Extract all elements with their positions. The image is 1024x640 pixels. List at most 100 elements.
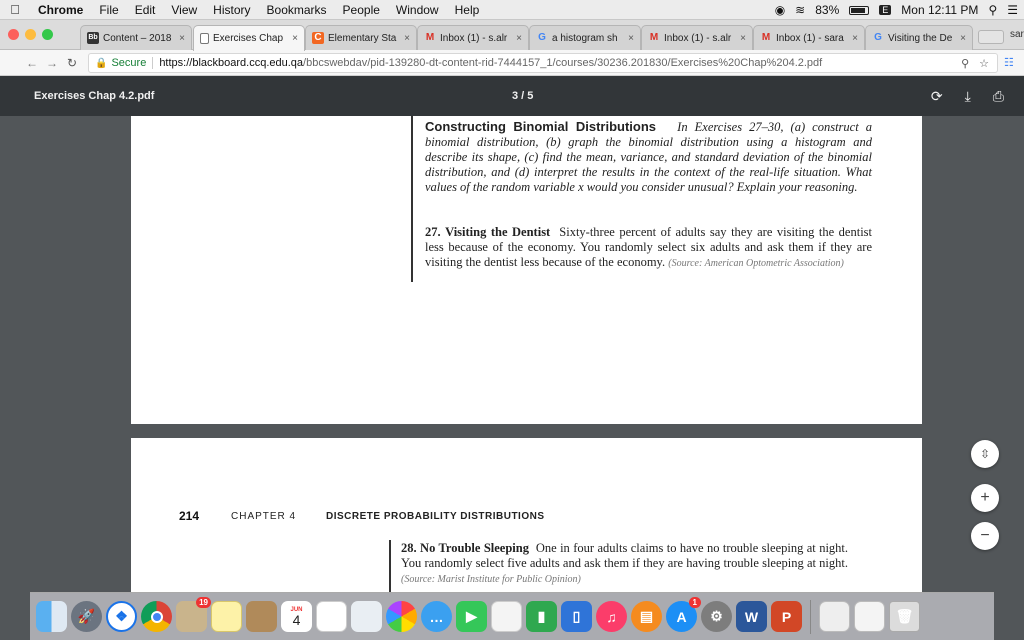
download-icon[interactable]: ⤓ — [965, 88, 971, 105]
forward-arrow-icon[interactable]: → — [42, 56, 62, 70]
tab-elementary-stats[interactable]: C Elementary Sta × — [305, 25, 417, 50]
exercise-title: No Trouble Sleeping — [420, 541, 529, 555]
menu-edit[interactable]: Edit — [127, 0, 164, 20]
secure-label: Secure — [111, 57, 154, 69]
launchpad-icon[interactable]: 🚀 — [71, 601, 102, 632]
menu-app-chrome[interactable]: Chrome — [30, 0, 91, 20]
zoom-out-button[interactable]: − — [971, 522, 999, 550]
document-icon — [200, 33, 209, 44]
pdf-filename: Exercises Chap 4.2.pdf — [34, 90, 155, 102]
url-host: https://blackboard.ccq.edu.qa — [159, 57, 304, 69]
chegg-icon: C — [312, 32, 324, 44]
tab-visiting-dentist-search[interactable]: G Visiting the De × — [865, 25, 973, 50]
battery-icon[interactable] — [849, 5, 870, 15]
calendar-day: 4 — [292, 611, 301, 628]
browser-toolbar: ← → ↻ 🔒 Secure https://blackboard.ccq.ed… — [0, 50, 1024, 76]
fit-to-page-button[interactable]: ⇳ — [971, 440, 999, 468]
photos-icon[interactable] — [386, 601, 417, 632]
pdf-page-4: 214 CHAPTER 4 DISCRETE PROBABILITY DISTR… — [131, 438, 922, 592]
section-heading: Constructing Binomial Distributions — [425, 119, 657, 134]
apple-menu-icon[interactable]:  — [0, 2, 30, 17]
tab-content-2018[interactable]: Bb Content – 2018 × — [80, 25, 192, 50]
ibooks-icon[interactable]: ▤ — [631, 601, 662, 632]
translate-extension-icon[interactable]: ☷ — [1004, 56, 1014, 69]
spotlight-search-icon[interactable]: ⚲ — [988, 3, 997, 17]
zoom-magnifier-icon[interactable]: ⚲ — [961, 57, 969, 70]
close-tab-icon[interactable]: × — [516, 33, 522, 44]
close-tab-icon[interactable]: × — [960, 33, 966, 44]
tab-inbox-3[interactable]: M Inbox (1) - sara × — [753, 25, 865, 50]
tab-exercises-chap[interactable]: Exercises Chap × — [193, 25, 305, 51]
close-tab-icon[interactable]: × — [740, 33, 746, 44]
gmail-icon: M — [649, 32, 659, 43]
downloads-stack-icon[interactable] — [819, 601, 850, 632]
pdf-document-viewer[interactable]: Constructing Binomial Distributions In E… — [0, 116, 1024, 592]
menu-help[interactable]: Help — [447, 0, 488, 20]
contacts-icon[interactable] — [246, 601, 277, 632]
exercise-source: (Source: Marist Institute for Public Opi… — [401, 574, 581, 585]
system-preferences-icon[interactable]: ⚙ — [701, 601, 732, 632]
numbers-icon[interactable]: ▮ — [526, 601, 557, 632]
close-window-button[interactable] — [8, 29, 19, 40]
messages-icon[interactable]: … — [421, 601, 452, 632]
close-tab-icon[interactable]: × — [852, 33, 858, 44]
close-tab-icon[interactable]: × — [292, 33, 298, 44]
menu-bookmarks[interactable]: Bookmarks — [259, 0, 335, 20]
profile-label[interactable]: sar — [1010, 29, 1024, 40]
chrome-icon[interactable] — [141, 601, 172, 632]
appstore-icon[interactable]: A1 — [666, 597, 701, 632]
word-icon[interactable]: W — [736, 601, 767, 632]
finder-icon[interactable] — [36, 601, 67, 632]
documents-stack-icon[interactable] — [854, 601, 885, 632]
tab-inbox-1[interactable]: M Inbox (1) - s.alr × — [417, 25, 529, 50]
reload-icon[interactable]: ↻ — [62, 56, 82, 70]
notification-center-icon[interactable]: ☰ — [1007, 3, 1018, 17]
exercise-28: 28. No Trouble Sleeping One in four adul… — [401, 541, 848, 587]
zoom-window-button[interactable] — [42, 29, 53, 40]
close-tab-icon[interactable]: × — [404, 33, 410, 44]
preview-icon[interactable] — [351, 601, 382, 632]
keynote-icon[interactable]: ▯ — [561, 601, 592, 632]
rotate-icon[interactable]: ⟳ — [931, 88, 943, 105]
margin-rule — [389, 540, 391, 592]
address-bar[interactable]: 🔒 Secure https://blackboard.ccq.edu.qa/b… — [88, 53, 998, 73]
safari-icon[interactable]: ❖ — [106, 601, 137, 632]
photos-badge-icon[interactable]: 19 — [176, 597, 211, 632]
minimize-window-button[interactable] — [25, 29, 36, 40]
zoom-in-button[interactable]: + — [971, 484, 999, 512]
exercise-source: (Source: American Optometric Association… — [668, 258, 844, 269]
textedit-icon[interactable] — [491, 601, 522, 632]
exercise-number: 28. — [401, 541, 417, 555]
back-arrow-icon[interactable]: ← — [22, 56, 42, 70]
reminders-icon[interactable] — [316, 601, 347, 632]
page-indicator[interactable]: 3 / 5 — [512, 90, 533, 102]
blackboard-icon: Bb — [87, 32, 99, 44]
trash-icon[interactable]: 🗑 — [889, 601, 920, 632]
exercise-number: 27. — [425, 225, 441, 239]
browser-tab-strip: Bb Content – 2018 × Exercises Chap × C Ele… — [0, 20, 1024, 51]
creative-cloud-icon[interactable]: ◉ — [775, 3, 785, 17]
bookmark-star-icon[interactable]: ☆ — [979, 57, 989, 70]
menu-window[interactable]: Window — [388, 0, 447, 20]
calendar-icon[interactable]: JUN 4 — [281, 601, 312, 632]
wifi-icon[interactable]: ≋ — [795, 3, 805, 17]
notes-icon[interactable] — [211, 601, 242, 632]
new-tab-button[interactable] — [978, 30, 1004, 44]
print-icon[interactable]: ⎙ — [993, 88, 1004, 105]
menubar-clock[interactable]: Mon 12:11 PM — [901, 3, 978, 17]
powerpoint-icon[interactable]: P — [771, 601, 802, 632]
dock-separator — [810, 599, 811, 634]
battery-percent[interactable]: 83% — [815, 3, 839, 17]
menu-people[interactable]: People — [335, 0, 388, 20]
user-switch-icon[interactable]: E — [879, 5, 892, 15]
close-tab-icon[interactable]: × — [179, 33, 185, 44]
menu-view[interactable]: View — [163, 0, 205, 20]
menu-file[interactable]: File — [91, 0, 126, 20]
tab-inbox-2[interactable]: M Inbox (1) - s.alr × — [641, 25, 753, 50]
close-tab-icon[interactable]: × — [628, 33, 634, 44]
tab-histogram-search[interactable]: G a histogram sh × — [529, 25, 641, 50]
notification-badge: 19 — [196, 597, 211, 608]
facetime-icon[interactable]: ▶ — [456, 601, 487, 632]
menu-history[interactable]: History — [205, 0, 258, 20]
music-icon[interactable]: ♫ — [596, 601, 627, 632]
